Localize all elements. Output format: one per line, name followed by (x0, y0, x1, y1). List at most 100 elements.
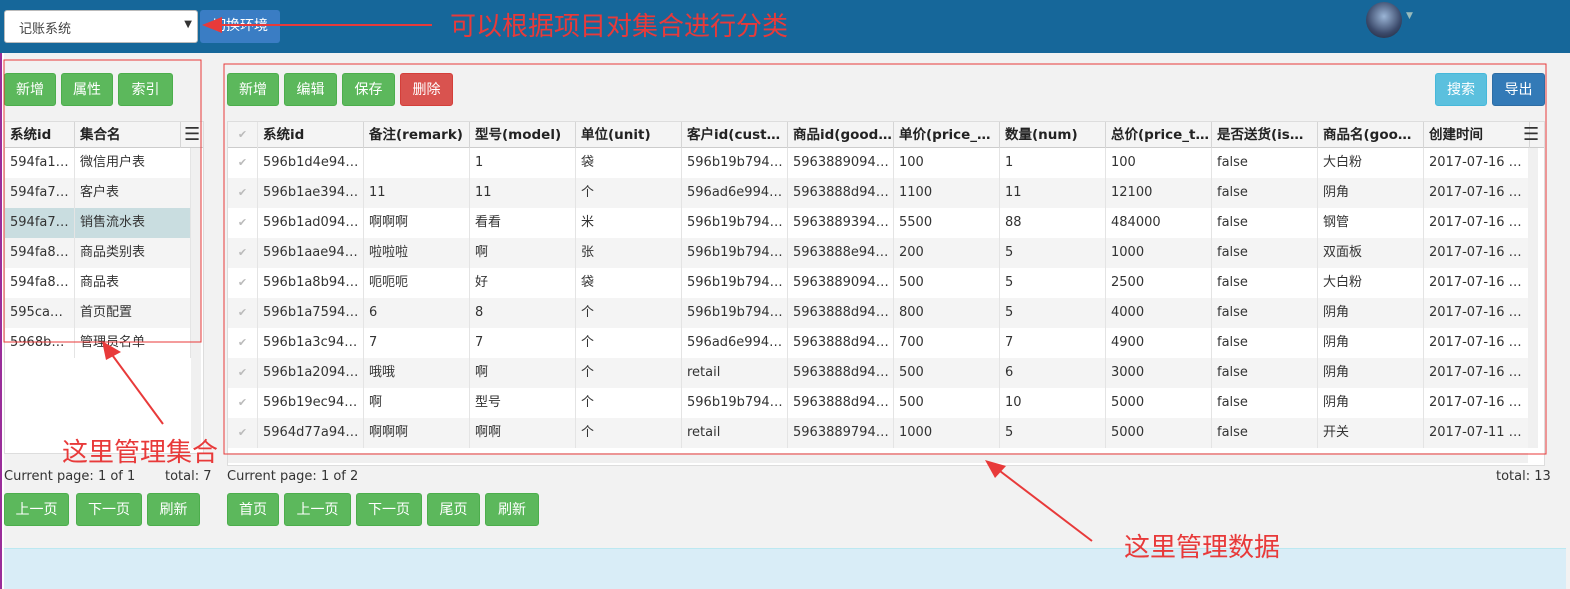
table-cell: 5963888e94… (788, 238, 894, 268)
table-row[interactable]: ✔ 596b1a2094… 哦哦啊个 retail 5963888d94… 500 6 300… (228, 358, 1530, 388)
table-cell: 2017-07-16 … (1424, 208, 1530, 238)
first-page-button[interactable]: 首页 (227, 493, 279, 526)
left-prev-page-button[interactable]: 上一页 (4, 493, 69, 526)
row-checkbox[interactable]: ✔ (228, 298, 258, 328)
row-checkbox[interactable]: ✔ (228, 418, 258, 448)
project-select[interactable]: 记账系统 ▼ (4, 10, 198, 43)
add-button[interactable]: 新增 (227, 73, 279, 106)
table-cell: 594fa7… (5, 178, 75, 208)
table-cell: 5500 (894, 208, 1000, 238)
table-cell: 个 (576, 358, 682, 388)
table-cell: 596b1d4e94… (258, 148, 364, 178)
delete-button[interactable]: 删除 (400, 73, 453, 106)
column-header[interactable]: 系统id (5, 122, 75, 148)
row-checkbox[interactable]: ✔ (228, 388, 258, 418)
table-cell: 7 (1000, 328, 1106, 358)
grid-menu-icon[interactable]: ☰ (1523, 124, 1539, 145)
table-row[interactable]: 5968b… 管理员名单 (5, 328, 191, 358)
column-header[interactable]: 商品id(good… (788, 122, 894, 148)
left-next-page-button[interactable]: 下一页 (76, 493, 142, 526)
table-cell: 5963889394… (788, 208, 894, 238)
row-checkbox[interactable]: ✔ (228, 358, 258, 388)
table-cell: 594fa8… (5, 238, 75, 268)
table-cell: 5963889794… (788, 418, 894, 448)
table-row[interactable]: ✔ 596b1ae394… 11 11 个 596ad6e994… 5963888d94… 1… (228, 178, 1530, 208)
row-checkbox[interactable]: ✔ (228, 178, 258, 208)
grid-menu-icon[interactable]: ☰ (184, 124, 200, 145)
table-cell: 200 (894, 238, 1000, 268)
export-button[interactable]: 导出 (1492, 73, 1545, 106)
column-header[interactable]: 商品名(goo… (1318, 122, 1424, 148)
table-cell: 阴角 (1318, 388, 1424, 418)
switch-environment-button[interactable]: 切换环境 (200, 10, 280, 43)
table-row[interactable]: ✔ 596b19ec94… 啊型号个 596b19b794… 5963888d94… 50… (228, 388, 1530, 418)
table-cell: 1100 (894, 178, 1000, 208)
last-page-button[interactable]: 尾页 (427, 493, 480, 526)
table-row[interactable]: 594fa8… 商品表 (5, 268, 191, 298)
prev-page-button[interactable]: 上一页 (284, 493, 351, 526)
row-checkbox[interactable]: ✔ (228, 328, 258, 358)
table-cell: 2017-07-16 … (1424, 388, 1530, 418)
horizontal-scrollbar[interactable] (228, 453, 1528, 463)
row-checkbox[interactable]: ✔ (228, 148, 258, 178)
table-row[interactable]: 595ca… 首页配置 (5, 298, 191, 328)
table-cell: 596b19b794… (682, 298, 788, 328)
table-cell: 开关 (1318, 418, 1424, 448)
next-page-button[interactable]: 下一页 (356, 493, 422, 526)
column-header[interactable]: 集合名 (75, 122, 181, 148)
table-cell: false (1212, 388, 1318, 418)
table-row[interactable]: ✔ 5964d77a94… 啊啊啊 啊啊个 retail 5963889794… 1000 5… (228, 418, 1530, 448)
column-header[interactable]: 备注(remark) (364, 122, 470, 148)
refresh-button[interactable]: 刷新 (485, 493, 539, 526)
table-row[interactable]: ✔ 596b1aae94… 啦啦啦啊张 596b19b794… 5963888e94… 2… (228, 238, 1530, 268)
caret-down-icon[interactable]: ▼ (1406, 11, 1413, 21)
table-cell: 11 (364, 178, 470, 208)
vertical-scrollbar[interactable] (191, 148, 201, 448)
avatar[interactable] (1366, 2, 1402, 38)
table-cell: 700 (894, 328, 1000, 358)
table-cell: 2017-07-16 … (1424, 148, 1530, 178)
vertical-scrollbar[interactable] (1528, 148, 1538, 448)
table-row[interactable]: 594fa7… 客户表 (5, 178, 191, 208)
table-cell: 个 (576, 388, 682, 418)
column-header[interactable]: 客户id(cust… (682, 122, 788, 148)
left-total-count: total: 7 (165, 469, 212, 484)
column-header[interactable]: 创建时间 (1424, 122, 1530, 148)
left-properties-button[interactable]: 属性 (61, 73, 113, 106)
table-row[interactable]: 594fa8… 商品类别表 (5, 238, 191, 268)
left-index-button[interactable]: 索引 (118, 73, 173, 106)
table-cell: 7 (470, 328, 576, 358)
left-add-button[interactable]: 新增 (4, 73, 56, 106)
table-row[interactable]: ✔ 596b1d4e94… 1 袋 596b19b794… 5963889094… 100 1… (228, 148, 1530, 178)
table-cell: 5968b… (5, 328, 75, 358)
column-header[interactable]: 单位(unit) (576, 122, 682, 148)
row-checkbox[interactable]: ✔ (228, 238, 258, 268)
table-cell: 5963888d94… (788, 178, 894, 208)
table-row[interactable]: ✔ 596b1a7594… 6 8 个 596b19b794… 5963888d94… 800… (228, 298, 1530, 328)
table-cell: 客户表 (75, 178, 191, 208)
row-checkbox[interactable]: ✔ (228, 268, 258, 298)
column-header[interactable]: 型号(model) (470, 122, 576, 148)
search-button[interactable]: 搜索 (1435, 73, 1487, 106)
edit-button[interactable]: 编辑 (284, 73, 337, 106)
table-cell: 袋 (576, 268, 682, 298)
column-header[interactable]: 总价(price_t… (1106, 122, 1212, 148)
table-cell: 5 (1000, 418, 1106, 448)
table-cell: 2017-07-11 … (1424, 418, 1530, 448)
table-row[interactable]: 594fa7… 销售流水表 (5, 208, 191, 238)
table-row[interactable]: ✔ 596b1ad094… 啊啊啊 看看米 596b19b794… 5963889394…… (228, 208, 1530, 238)
table-row[interactable]: ✔ 596b1a3c94… 7 7 个 596ad6e994… 5963888d94… 700… (228, 328, 1530, 358)
table-cell: 啦啦啦 (364, 238, 470, 268)
table-row[interactable]: 594fa1… 微信用户表 (5, 148, 191, 178)
column-header[interactable]: 单价(price_… (894, 122, 1000, 148)
save-button[interactable]: 保存 (342, 73, 395, 106)
table-cell: 11 (470, 178, 576, 208)
select-all-checkbox[interactable]: ✔ (228, 122, 258, 148)
table-row[interactable]: ✔ 596b1a8b94… 呃呃呃好袋 596b19b794… 5963889094… 5… (228, 268, 1530, 298)
column-header[interactable]: 是否送货(is… (1212, 122, 1318, 148)
column-header[interactable]: 系统id (258, 122, 364, 148)
row-checkbox[interactable]: ✔ (228, 208, 258, 238)
table-cell: 6 (1000, 358, 1106, 388)
left-refresh-button[interactable]: 刷新 (147, 493, 200, 526)
column-header[interactable]: 数量(num) (1000, 122, 1106, 148)
